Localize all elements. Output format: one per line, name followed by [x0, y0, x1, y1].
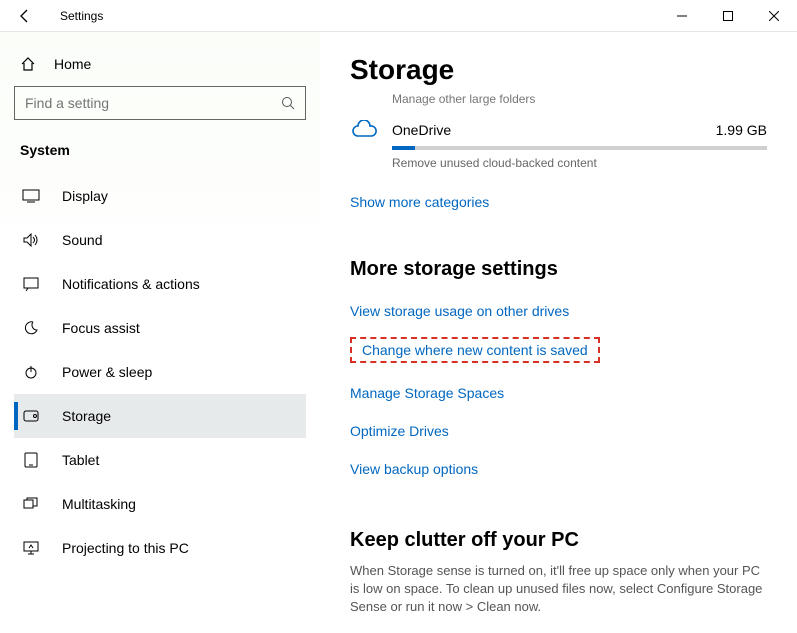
page-title: Storage [350, 54, 767, 86]
sidebar-item-power[interactable]: Power & sleep [14, 350, 306, 394]
nav-label: Projecting to this PC [62, 540, 189, 556]
nav-label: Notifications & actions [62, 276, 200, 292]
storage-icon [22, 410, 40, 422]
cloud-icon [350, 120, 392, 140]
show-more-categories-link[interactable]: Show more categories [350, 194, 489, 210]
more-settings-links: View storage usage on other drives Chang… [350, 303, 767, 477]
storage-name: OneDrive [392, 122, 716, 138]
link-change-save-location[interactable]: Change where new content is saved [350, 337, 600, 363]
multitasking-icon [22, 497, 40, 511]
close-button[interactable] [751, 0, 797, 32]
moon-icon [22, 321, 40, 335]
storage-item-onedrive[interactable]: OneDrive 1.99 GB Remove unused cloud-bac… [350, 120, 767, 170]
home-nav[interactable]: Home [14, 50, 306, 86]
nav-label: Display [62, 188, 108, 204]
nav-label: Multitasking [62, 496, 136, 512]
minimize-button[interactable] [659, 0, 705, 32]
storage-progress [392, 146, 767, 150]
search-input[interactable] [25, 95, 281, 111]
maximize-icon [723, 11, 733, 21]
category-label: System [14, 138, 306, 174]
sidebar: Home System Display Sound Notifications … [0, 32, 320, 633]
sidebar-item-sound[interactable]: Sound [14, 218, 306, 262]
sidebar-item-projecting[interactable]: Projecting to this PC [14, 526, 306, 570]
display-icon [22, 189, 40, 203]
nav-list: Display Sound Notifications & actions Fo… [14, 174, 306, 570]
sidebar-item-multitasking[interactable]: Multitasking [14, 482, 306, 526]
sound-icon [22, 233, 40, 247]
clutter-title: Keep clutter off your PC [350, 529, 767, 552]
arrow-left-icon [17, 8, 33, 24]
window-controls [659, 0, 797, 32]
search-icon [281, 96, 295, 110]
minimize-icon [677, 11, 687, 21]
home-label: Home [54, 56, 91, 72]
sidebar-item-notifications[interactable]: Notifications & actions [14, 262, 306, 306]
projecting-icon [22, 541, 40, 555]
app-title: Settings [50, 9, 103, 23]
sidebar-item-display[interactable]: Display [14, 174, 306, 218]
nav-label: Sound [62, 232, 102, 248]
maximize-button[interactable] [705, 0, 751, 32]
notifications-icon [22, 277, 40, 291]
link-optimize-drives[interactable]: Optimize Drives [350, 423, 767, 439]
tablet-icon [22, 452, 40, 468]
search-box[interactable] [14, 86, 306, 120]
storage-progress-fill [392, 146, 415, 150]
link-view-usage[interactable]: View storage usage on other drives [350, 303, 767, 319]
sidebar-item-tablet[interactable]: Tablet [14, 438, 306, 482]
sidebar-item-focus-assist[interactable]: Focus assist [14, 306, 306, 350]
clutter-text: When Storage sense is turned on, it'll f… [350, 562, 767, 617]
storage-sub: Remove unused cloud-backed content [392, 156, 767, 170]
nav-label: Storage [62, 408, 111, 424]
storage-size: 1.99 GB [716, 122, 767, 138]
link-storage-spaces[interactable]: Manage Storage Spaces [350, 385, 767, 401]
back-button[interactable] [0, 0, 50, 32]
nav-label: Power & sleep [62, 364, 152, 380]
nav-label: Focus assist [62, 320, 140, 336]
nav-label: Tablet [62, 452, 99, 468]
sidebar-item-storage[interactable]: Storage [14, 394, 306, 438]
close-icon [769, 11, 779, 21]
more-settings-title: More storage settings [350, 258, 767, 281]
power-icon [22, 365, 40, 379]
home-icon [20, 56, 36, 72]
residual-hint: Manage other large folders [392, 92, 767, 106]
titlebar: Settings [0, 0, 797, 32]
main-content: Storage Manage other large folders OneDr… [320, 32, 797, 633]
link-backup-options[interactable]: View backup options [350, 461, 767, 477]
